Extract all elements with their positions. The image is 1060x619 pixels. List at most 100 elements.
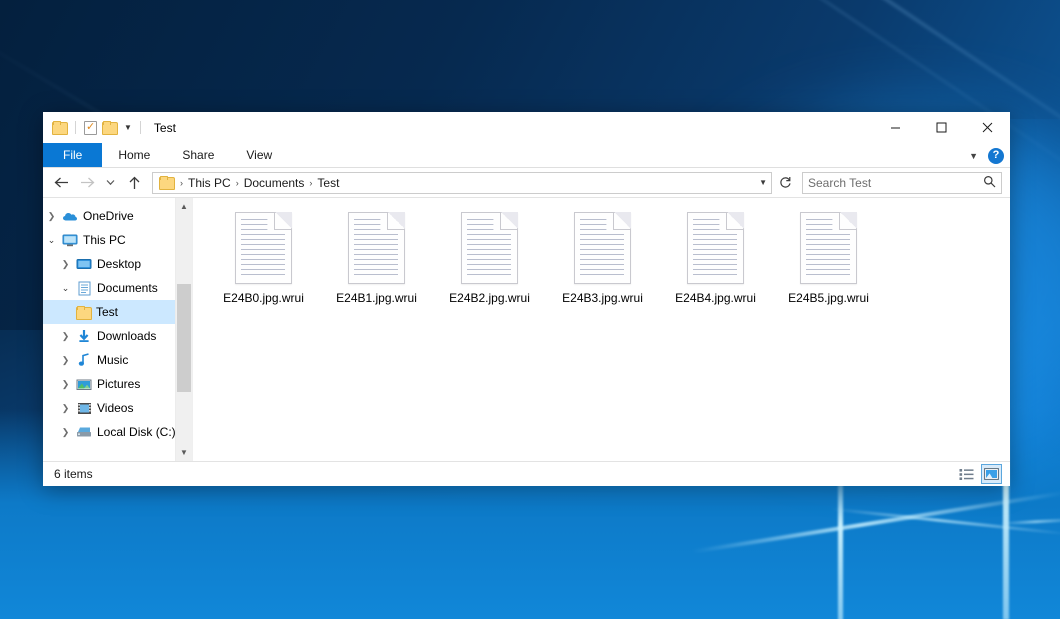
document-icon (800, 212, 857, 284)
window-body: ❯ OneDrive ⌄ (43, 197, 1010, 461)
chevron-right-icon[interactable]: ❯ (57, 379, 74, 390)
folder-icon (159, 176, 174, 189)
sidebar-item-label: Desktop (97, 257, 141, 271)
navigation-pane: ❯ OneDrive ⌄ (43, 198, 192, 461)
sidebar-item-local-disk-c[interactable]: ❯ Local Disk (C:) (43, 420, 175, 444)
new-folder-icon[interactable] (102, 121, 117, 134)
document-icon (235, 212, 292, 284)
tab-share[interactable]: Share (166, 143, 230, 167)
documents-icon (74, 281, 94, 296)
folder-icon (73, 306, 93, 319)
maximize-button[interactable] (918, 112, 964, 143)
refresh-button[interactable] (774, 172, 796, 194)
breadcrumb-item-test[interactable]: Test (314, 176, 342, 190)
pictures-icon (74, 378, 94, 391)
details-view-button[interactable] (956, 464, 977, 484)
properties-icon[interactable] (84, 121, 97, 135)
address-bar: › This PC › Documents › Test ▼ Search Te… (43, 168, 1010, 197)
minimize-button[interactable] (872, 112, 918, 143)
window-controls (872, 112, 1010, 143)
toolbar-separator (75, 121, 76, 134)
quick-access-toolbar: ▼ (52, 121, 144, 135)
tab-home[interactable]: Home (102, 143, 166, 167)
chevron-down-icon[interactable]: ⌄ (43, 235, 60, 246)
sidebar-item-documents[interactable]: ⌄ Documents (43, 276, 175, 300)
chevron-down-icon[interactable]: ▼ (969, 151, 978, 161)
music-icon (74, 353, 94, 367)
search-box[interactable]: Search Test (802, 172, 1002, 194)
file-name: E24B1.jpg.wrui (336, 291, 417, 305)
tab-file[interactable]: File (43, 143, 102, 167)
file-list[interactable]: E24B0.jpg.wrui E24B1.jpg.wrui E24B2.jpg.… (192, 198, 1010, 461)
sidebar-item-label: Music (97, 353, 128, 367)
list-item[interactable]: E24B4.jpg.wrui (659, 210, 772, 322)
sidebar-item-label: This PC (83, 233, 126, 247)
document-fold (839, 212, 857, 230)
list-item[interactable]: E24B0.jpg.wrui (207, 210, 320, 322)
breadcrumb[interactable]: › This PC › Documents › Test ▼ (152, 172, 772, 194)
document-fold (274, 212, 292, 230)
up-button[interactable] (122, 171, 146, 195)
breadcrumb-separator: › (234, 178, 241, 188)
sidebar-item-label: Documents (97, 281, 158, 295)
chevron-right-icon[interactable]: ❯ (57, 355, 74, 366)
chevron-down-icon[interactable]: ⌄ (57, 283, 74, 294)
file-name: E24B4.jpg.wrui (675, 291, 756, 305)
sidebar-item-desktop[interactable]: ❯ Desktop (43, 252, 175, 276)
back-button[interactable] (49, 171, 73, 195)
downloads-icon (74, 329, 94, 343)
sidebar-item-pictures[interactable]: ❯ Pictures (43, 372, 175, 396)
sidebar-item-this-pc[interactable]: ⌄ This PC (43, 228, 175, 252)
thispc-icon (60, 234, 80, 247)
search-icon[interactable] (983, 175, 996, 191)
sidebar-scrollbar[interactable]: ▲ ▼ (175, 198, 192, 461)
sidebar-item-downloads[interactable]: ❯ Downloads (43, 324, 175, 348)
search-input[interactable]: Search Test (808, 176, 983, 190)
tab-view[interactable]: View (230, 143, 288, 167)
breadcrumb-separator: › (307, 178, 314, 188)
chevron-right-icon[interactable]: ❯ (57, 331, 74, 342)
toolbar-separator (140, 121, 141, 134)
document-fold (613, 212, 631, 230)
large-icons-view-button[interactable] (981, 464, 1002, 484)
chevron-right-icon[interactable]: ❯ (57, 259, 74, 270)
sidebar-item-onedrive[interactable]: ❯ OneDrive (43, 204, 175, 228)
breadcrumb-item-this-pc[interactable]: This PC (185, 176, 234, 190)
scrollbar-thumb[interactable] (177, 284, 191, 392)
breadcrumb-item-documents[interactable]: Documents (241, 176, 308, 190)
list-item[interactable]: E24B3.jpg.wrui (546, 210, 659, 322)
chevron-right-icon[interactable]: ❯ (57, 427, 74, 438)
sidebar-item-label: Local Disk (C:) (97, 425, 175, 439)
chevron-right-icon[interactable]: ❯ (43, 211, 60, 222)
scroll-down-icon[interactable]: ▼ (176, 444, 192, 461)
forward-button[interactable] (75, 171, 99, 195)
folder-icon[interactable] (52, 121, 67, 134)
desktop-icon (74, 258, 94, 271)
ribbon-right-controls: ▼ ? (969, 143, 1004, 168)
document-icon (574, 212, 631, 284)
recent-locations-button[interactable] (101, 171, 120, 195)
videos-icon (74, 402, 94, 415)
list-item[interactable]: E24B5.jpg.wrui (772, 210, 885, 322)
file-name: E24B5.jpg.wrui (788, 291, 869, 305)
list-item[interactable]: E24B2.jpg.wrui (433, 210, 546, 322)
chevron-down-icon[interactable]: ▼ (124, 124, 132, 132)
sidebar-item-music[interactable]: ❯ Music (43, 348, 175, 372)
item-count: 6 items (54, 467, 93, 481)
close-button[interactable] (964, 112, 1010, 143)
file-name: E24B3.jpg.wrui (562, 291, 643, 305)
file-name: E24B0.jpg.wrui (223, 291, 304, 305)
sidebar-item-test[interactable]: Test (43, 300, 175, 324)
help-icon[interactable]: ? (988, 148, 1004, 164)
document-icon (348, 212, 405, 284)
scroll-up-icon[interactable]: ▲ (176, 198, 192, 215)
sidebar-item-videos[interactable]: ❯ (43, 396, 175, 420)
list-item[interactable]: E24B1.jpg.wrui (320, 210, 433, 322)
ribbon-tabs: File Home Share View ▼ ? (43, 143, 1010, 168)
sidebar-item-label: Downloads (97, 329, 156, 343)
sidebar-item-label: OneDrive (83, 209, 134, 223)
sidebar-item-label: Pictures (97, 377, 140, 391)
chevron-down-icon[interactable]: ▼ (759, 178, 767, 187)
document-fold (726, 212, 744, 230)
chevron-right-icon[interactable]: ❯ (57, 403, 74, 414)
